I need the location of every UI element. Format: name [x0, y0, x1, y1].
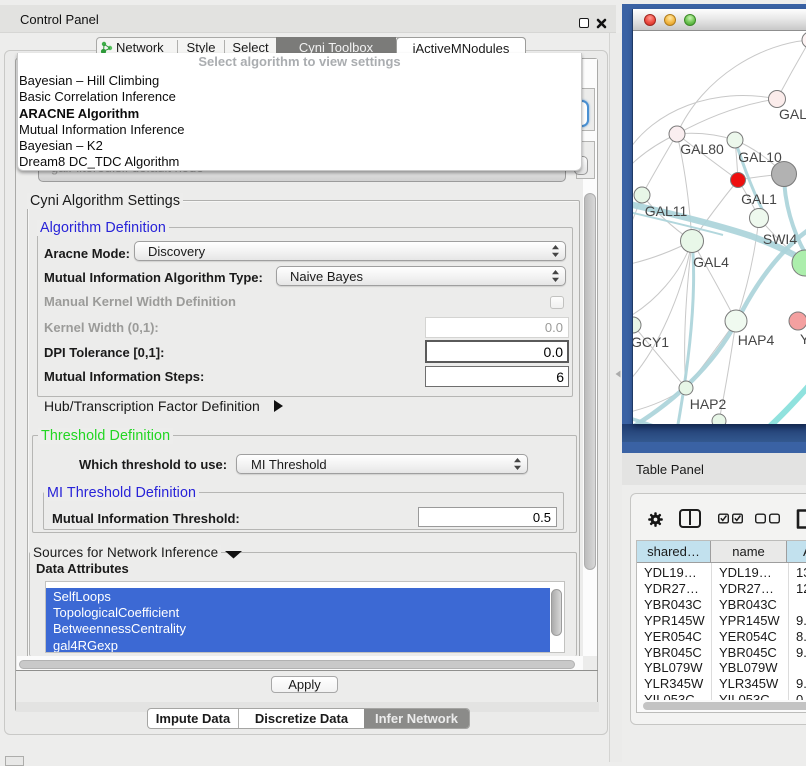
svg-text:GAL80: GAL80: [680, 141, 724, 157]
svg-text:HAP4: HAP4: [738, 332, 775, 348]
svg-text:GAL11: GAL11: [645, 203, 688, 219]
svg-text:GAL4: GAL4: [693, 254, 729, 270]
svg-text:SWI4: SWI4: [763, 231, 797, 247]
svg-text:GAL10: GAL10: [738, 149, 782, 165]
svg-text:HAP2: HAP2: [690, 396, 727, 412]
svg-text:Y: Y: [800, 331, 806, 347]
svg-text:GAL1: GAL1: [741, 191, 777, 207]
svg-text:GAL2: GAL2: [779, 106, 806, 122]
svg-text:GCY1: GCY1: [633, 334, 669, 350]
